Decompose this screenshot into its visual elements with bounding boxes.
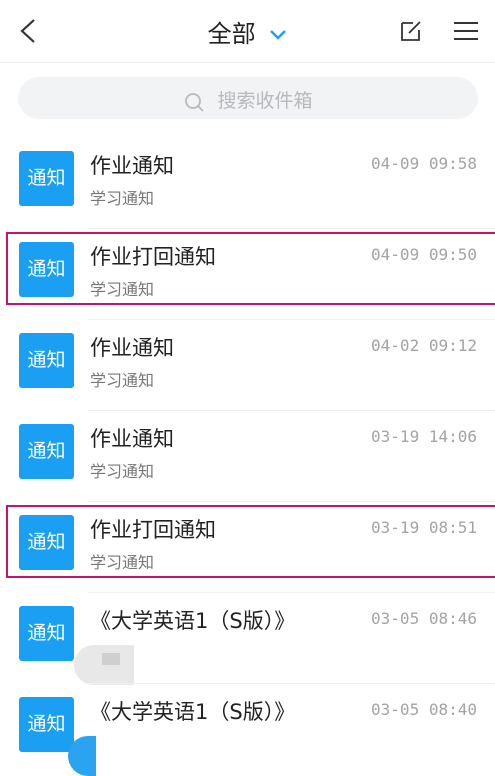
- page-title-label: 全部: [207, 20, 256, 48]
- list-item[interactable]: 通知 作业打回通知 学习通知 04-09 09:50: [0, 229, 495, 320]
- message-time: 04-09 09:58: [371, 154, 477, 173]
- message-time: 03-05 08:40: [371, 700, 477, 719]
- list-item[interactable]: 通知 《大学英语1（S版）》 03-05 08:40: [0, 684, 495, 776]
- highlight-box: [6, 232, 495, 305]
- list-item[interactable]: 通知 作业打回通知 学习通知 03-19 08:51: [0, 502, 495, 593]
- notice-badge: 通知: [19, 333, 74, 388]
- notice-badge: 通知: [19, 424, 74, 479]
- message-subtitle: 学习通知: [90, 189, 155, 208]
- message-title: 作业通知: [90, 336, 174, 360]
- message-title: 作业通知: [90, 154, 174, 178]
- list-item[interactable]: 通知 作业通知 学习通知 03-19 14:06: [0, 411, 495, 502]
- search-placeholder-wrap: 搜索收件箱: [18, 86, 478, 113]
- message-subtitle: 学习通知: [90, 371, 155, 390]
- compose-icon[interactable]: [399, 19, 423, 43]
- top-bar: 全部: [0, 0, 495, 63]
- message-title: 作业通知: [90, 427, 174, 451]
- search-placeholder: 搜索收件箱: [217, 90, 313, 112]
- message-time: 04-02 09:12: [371, 336, 477, 355]
- notice-badge: 通知: [19, 606, 74, 661]
- message-title: 《大学英语1（S版）》: [90, 609, 296, 633]
- list-item[interactable]: 通知 作业通知 学习通知 04-02 09:12: [0, 320, 495, 411]
- blurred-avatar: [68, 736, 96, 776]
- list-item[interactable]: 通知 作业通知 学习通知 04-09 09:58: [0, 138, 495, 229]
- search-input[interactable]: 搜索收件箱: [18, 77, 478, 119]
- blurred-avatar: [74, 645, 134, 685]
- chevron-down-icon: [270, 30, 287, 40]
- list-item[interactable]: 通知 《大学英语1（S版）》 03-05 08:46: [0, 593, 495, 685]
- highlight-box: [6, 505, 495, 578]
- message-list: 通知 作业通知 学习通知 04-09 09:58 通知 作业打回通知 学习通知 …: [0, 138, 495, 776]
- menu-icon[interactable]: [452, 19, 480, 43]
- message-title: 《大学英语1（S版）》: [90, 700, 296, 724]
- message-time: 03-19 14:06: [371, 427, 477, 446]
- message-subtitle: 学习通知: [90, 462, 155, 481]
- notice-badge: 通知: [19, 151, 74, 206]
- search-icon: [185, 92, 205, 112]
- message-time: 03-05 08:46: [371, 609, 477, 628]
- notice-badge: 通知: [19, 697, 74, 752]
